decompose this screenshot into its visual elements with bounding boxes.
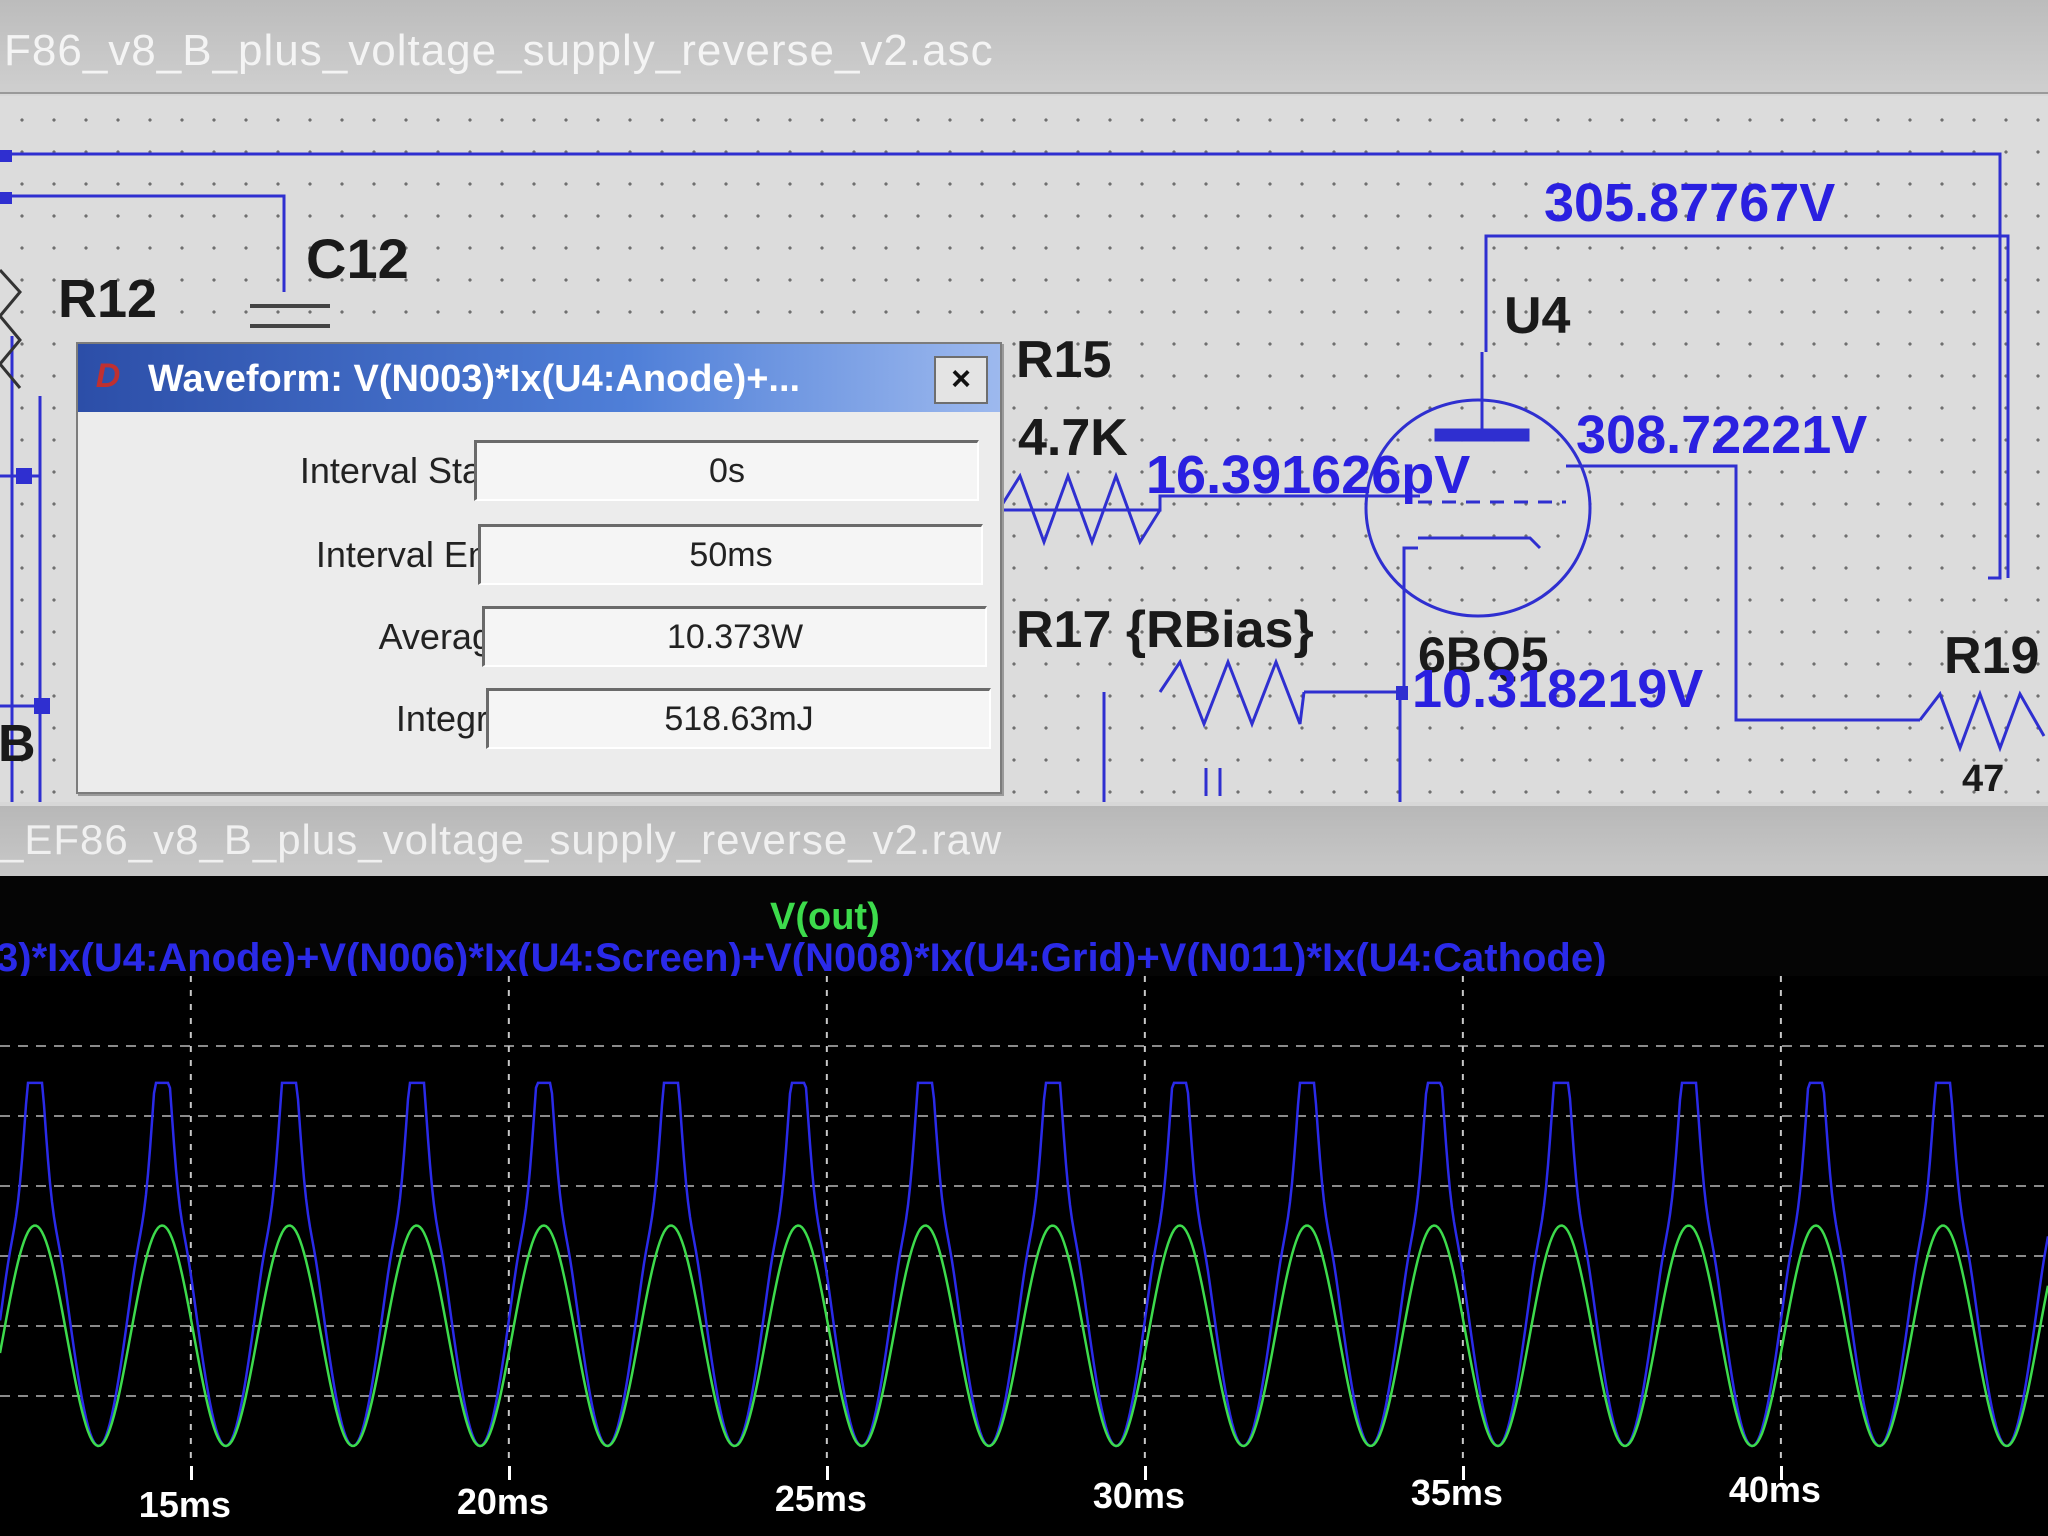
c12-label: C12 xyxy=(306,227,409,290)
r19-label: R19 xyxy=(1944,627,2040,685)
x-tick-label-4: 35ms xyxy=(1410,1472,1503,1513)
r15-label: R15 xyxy=(1016,331,1112,389)
x-tick-label-1: 20ms xyxy=(456,1481,549,1522)
average-field[interactable]: 10.373W xyxy=(482,606,987,667)
x-tick-mark-2 xyxy=(825,1466,829,1480)
waveform-plot-area[interactable] xyxy=(0,976,2048,1466)
x-tick-mark-5 xyxy=(1779,1466,1783,1480)
waveform-window-title: _EF86_v8_B_plus_voltage_supply_reverse_v… xyxy=(0,816,1003,863)
junction-4 xyxy=(34,698,50,714)
x-tick-mark-3 xyxy=(1143,1466,1147,1480)
node-voltage-anode: 308.72221V xyxy=(1576,405,1868,465)
waveform-plot xyxy=(0,976,2048,1466)
r17-cathode-wire xyxy=(1304,690,1402,802)
interval-end-label: Interval End: xyxy=(315,534,518,575)
u4-cathode xyxy=(1418,536,1542,550)
average-label: Average: xyxy=(378,616,522,657)
r17-resistor xyxy=(1158,657,1306,729)
node-voltage-cathode: 10.318219V xyxy=(1412,659,1704,719)
r15-value-label: 4.7K xyxy=(1018,409,1128,467)
partial-47-label: 47 xyxy=(1962,758,2005,800)
x-tick-mark-0 xyxy=(189,1466,193,1480)
dialog-close-button[interactable]: × xyxy=(934,356,988,404)
interval-start-field[interactable]: 0s xyxy=(474,440,979,501)
x-tick-mark-1 xyxy=(507,1466,511,1480)
r17-label: R17 {RBias} xyxy=(1016,601,1314,659)
dialog-title-bar[interactable]: D Waveform: V(N003)*Ix(U4:Anode)+... × xyxy=(78,344,1000,412)
interval-start-label: Interval Start: xyxy=(299,450,514,491)
u4-label: U4 xyxy=(1504,287,1571,345)
ltspice-logo-icon: D xyxy=(95,357,121,395)
x-tick-label-5: 40ms xyxy=(1728,1469,1821,1510)
partial-b-label: B xyxy=(0,715,36,773)
junction-2 xyxy=(0,192,12,204)
dialog-title: Waveform: V(N003)*Ix(U4:Anode)+... xyxy=(148,358,801,400)
integral-field[interactable]: 518.63mJ xyxy=(486,688,991,749)
r19-resistor xyxy=(1918,689,2046,753)
x-tick-label-2: 25ms xyxy=(774,1478,867,1519)
schematic-window-title: F86_v8_B_plus_voltage_supply_reverse_v2.… xyxy=(4,26,994,75)
integral-label: Integral: xyxy=(395,698,526,739)
r12-resistor xyxy=(0,268,22,389)
junction-3 xyxy=(16,468,32,484)
junction-1 xyxy=(0,150,12,162)
waveform-window-title-bar[interactable]: _EF86_v8_B_plus_voltage_supply_reverse_v… xyxy=(0,806,2048,876)
waveform-integral-dialog[interactable]: D Waveform: V(N003)*Ix(U4:Anode)+... × I… xyxy=(76,342,1002,794)
trace-label-power[interactable]: 3)*Ix(U4:Anode)+V(N006)*Ix(U4:Screen)+V(… xyxy=(0,936,1606,981)
interval-end-field[interactable]: 50ms xyxy=(478,524,983,585)
u4-plate xyxy=(1434,428,1530,442)
trace-label-vout[interactable]: V(out) xyxy=(770,896,880,939)
node-voltage-top: 305.87767V xyxy=(1544,173,1836,233)
schematic-window-title-bar[interactable]: F86_v8_B_plus_voltage_supply_reverse_v2.… xyxy=(0,0,2048,94)
x-tick-label-0: 15ms xyxy=(138,1484,231,1525)
trace-vout-line xyxy=(0,1224,2048,1448)
x-axis: 15ms 20ms 25ms 30ms 35ms 40ms xyxy=(0,1466,2048,1536)
junction-5 xyxy=(1396,686,1408,700)
x-tick-label-3: 30ms xyxy=(1092,1475,1185,1516)
x-tick-mark-4 xyxy=(1461,1466,1465,1480)
r12-label: R12 xyxy=(58,269,158,329)
node-voltage-grid: 16.391626pV xyxy=(1146,445,1471,505)
